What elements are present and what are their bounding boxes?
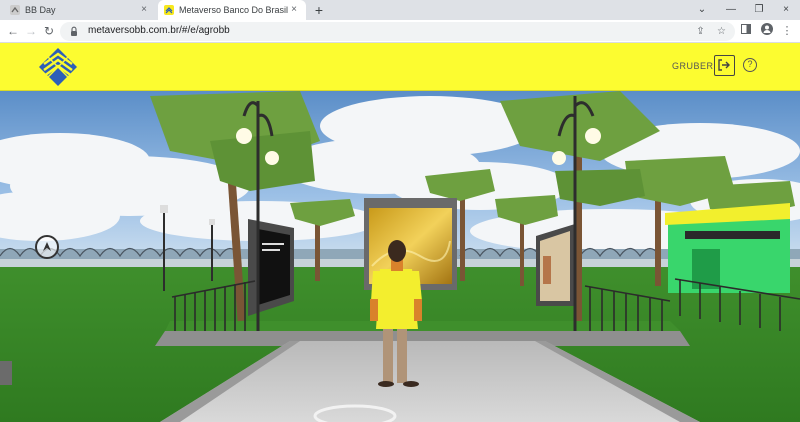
app-header: GRUBER ?	[0, 43, 800, 91]
exit-button[interactable]	[714, 55, 735, 76]
tab-search-icon[interactable]: ⌄	[694, 2, 710, 18]
help-button[interactable]: ?	[743, 58, 757, 72]
close-window-icon[interactable]: ×	[778, 2, 794, 18]
tab-label: BB Day	[25, 5, 56, 15]
minimize-icon[interactable]: —	[723, 2, 739, 18]
browser-menu-icon[interactable]: ⋮	[779, 23, 795, 39]
browser-tab-strip: BB Day × Metaverso Banco Do Brasil BBDA …	[0, 0, 800, 20]
compass-navigation-icon[interactable]	[35, 235, 59, 259]
tab-bb-day[interactable]: BB Day ×	[4, 0, 156, 20]
bb-favicon-icon	[10, 5, 20, 15]
reload-icon[interactable]: ↻	[41, 23, 57, 39]
profile-avatar-icon[interactable]	[759, 23, 775, 39]
username-label: GRUBER	[672, 61, 714, 71]
metaverse-3d-viewport[interactable]	[0, 91, 800, 422]
scene-render	[0, 91, 800, 422]
side-panel-icon[interactable]	[738, 23, 754, 39]
url-text[interactable]: metaversobb.com.br/#/e/agrobb	[88, 25, 230, 36]
close-tab-icon[interactable]: ×	[288, 4, 300, 16]
new-tab-icon[interactable]: +	[311, 2, 327, 18]
banco-do-brasil-logo-icon[interactable]	[38, 47, 78, 87]
forward-icon[interactable]: →	[23, 23, 39, 39]
logout-icon	[718, 59, 730, 71]
close-tab-icon[interactable]: ×	[138, 4, 150, 16]
lock-icon	[71, 26, 77, 36]
tab-metaverso[interactable]: Metaverso Banco Do Brasil BBDA ×	[158, 0, 306, 20]
share-icon[interactable]: ⇪	[693, 24, 708, 39]
bb-favicon-icon	[164, 5, 174, 15]
browser-toolbar: ← → ↻ metaversobb.com.br/#/e/agrobb ⇪ ☆ …	[0, 20, 800, 43]
maximize-icon[interactable]: ❐	[751, 2, 767, 18]
address-bar[interactable]: metaversobb.com.br/#/e/agrobb ⇪ ☆	[60, 22, 735, 41]
tab-label: Metaverso Banco Do Brasil BBDA	[179, 5, 288, 15]
back-icon[interactable]: ←	[5, 23, 21, 39]
bookmark-star-icon[interactable]: ☆	[714, 24, 729, 39]
